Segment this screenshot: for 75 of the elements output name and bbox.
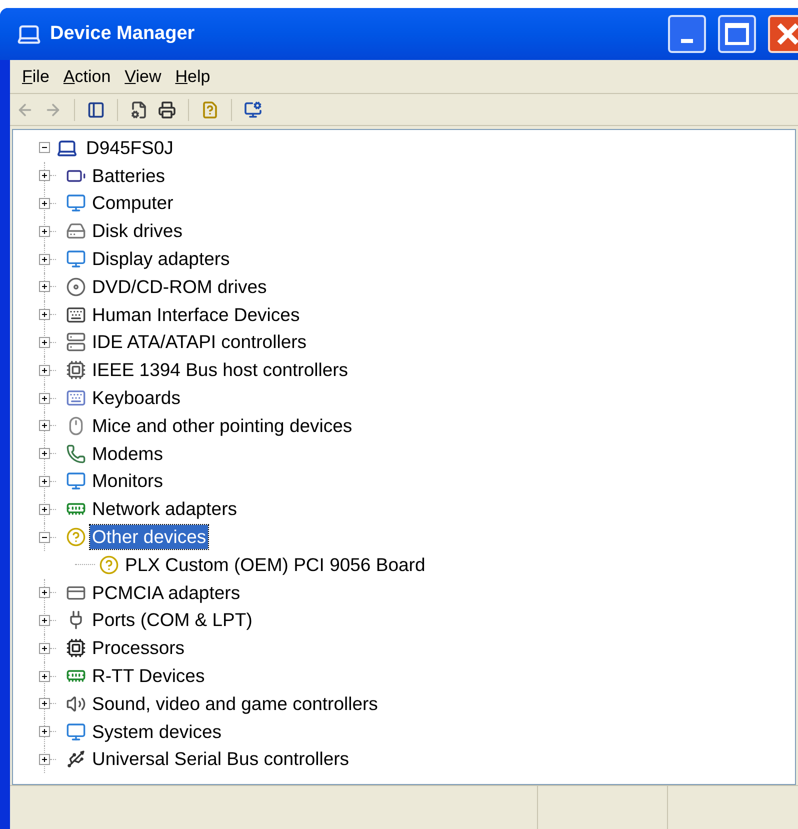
tree-item[interactable]: R-TT Devices	[90, 664, 207, 688]
drive-icon	[66, 221, 86, 242]
keyboard-icon	[66, 304, 86, 325]
usb-icon	[66, 749, 86, 770]
expand-icon[interactable]	[39, 614, 50, 626]
expand-icon[interactable]	[39, 448, 50, 460]
help-icon	[201, 100, 219, 118]
disc-icon	[66, 276, 86, 297]
speaker-icon	[66, 694, 86, 714]
properties-icon	[130, 100, 148, 118]
tree-item[interactable]: Batteries	[90, 164, 168, 188]
menu-item[interactable]: Action	[57, 64, 117, 90]
expand-icon[interactable]	[39, 198, 50, 209]
tree-item[interactable]: Universal Serial Bus controllers	[90, 747, 352, 772]
window-title: Device Manager	[50, 22, 195, 46]
tree-item[interactable]: Modems	[90, 442, 165, 466]
tree-item[interactable]: IDE ATA/ATAPI controllers	[90, 330, 309, 354]
tree-item[interactable]: Disk drives	[90, 219, 184, 244]
expand-icon[interactable]	[39, 504, 50, 515]
tree-item[interactable]: IEEE 1394 Bus host controllers	[90, 358, 350, 382]
question-icon	[66, 527, 86, 548]
tree-item[interactable]: Monitors	[90, 469, 165, 494]
drive-icon	[66, 332, 86, 352]
expand-icon[interactable]	[39, 254, 50, 265]
tree-item[interactable]: D945FS0J	[84, 136, 176, 160]
expand-icon[interactable]	[39, 726, 50, 738]
expand-icon[interactable]	[39, 309, 50, 320]
chip-icon	[66, 638, 86, 658]
expand-icon[interactable]	[39, 587, 50, 598]
tree-item[interactable]: PCMCIA adapters	[90, 580, 242, 605]
tree-item[interactable]: System devices	[90, 720, 224, 744]
expand-icon[interactable]	[39, 754, 50, 765]
tree-item[interactable]: PLX Custom (OEM) PCI 9056 Board	[123, 552, 428, 577]
menu-item[interactable]: View	[118, 64, 168, 90]
menu-item[interactable]: Help	[169, 64, 216, 90]
tree-item[interactable]: Display adapters	[90, 247, 232, 272]
tree-item[interactable]: Sound, video and game controllers	[90, 692, 380, 716]
minimize-button[interactable]	[668, 15, 706, 53]
expand-icon[interactable]	[39, 281, 50, 292]
expand-icon[interactable]	[39, 392, 50, 404]
computer-icon	[66, 722, 86, 742]
monitor-icon	[66, 471, 86, 492]
expand-icon[interactable]	[39, 642, 50, 654]
monitor-icon	[66, 249, 86, 270]
tree-item[interactable]: Mice and other pointing devices	[90, 414, 354, 438]
tree-item[interactable]: Other devices	[90, 525, 208, 550]
maximize-button[interactable]	[718, 15, 756, 53]
computer-icon	[66, 193, 86, 214]
expand-icon[interactable]	[39, 670, 50, 682]
collapse-icon[interactable]	[39, 142, 50, 154]
tree-item[interactable]: DVD/CD-ROM drives	[90, 274, 269, 299]
phone-icon	[66, 444, 86, 464]
tree-item[interactable]: Keyboards	[90, 386, 182, 410]
expand-icon[interactable]	[39, 226, 50, 237]
menu-item[interactable]: File	[16, 64, 56, 90]
panel-icon	[87, 100, 105, 118]
tree-item[interactable]: Computer	[90, 191, 176, 216]
collapse-icon[interactable]	[39, 532, 50, 543]
expand-icon[interactable]	[39, 476, 50, 487]
question-icon	[99, 554, 119, 575]
monitor-icon	[244, 100, 262, 118]
tree-item[interactable]: Processors	[90, 636, 187, 660]
printer-icon	[158, 100, 176, 118]
tree-item[interactable]: Ports (COM & LPT)	[90, 608, 254, 632]
tree-item[interactable]: Human Interface Devices	[90, 302, 302, 327]
keyboard-icon	[66, 388, 86, 408]
printer-button[interactable]	[156, 98, 178, 120]
chip-icon	[66, 360, 86, 380]
expand-icon[interactable]	[39, 170, 50, 182]
expand-icon[interactable]	[39, 420, 50, 432]
expand-icon[interactable]	[39, 336, 50, 348]
close-button[interactable]	[768, 15, 798, 53]
expand-icon[interactable]	[39, 698, 50, 710]
tree-item[interactable]: Network adapters	[90, 497, 239, 522]
expand-icon[interactable]	[39, 364, 50, 376]
